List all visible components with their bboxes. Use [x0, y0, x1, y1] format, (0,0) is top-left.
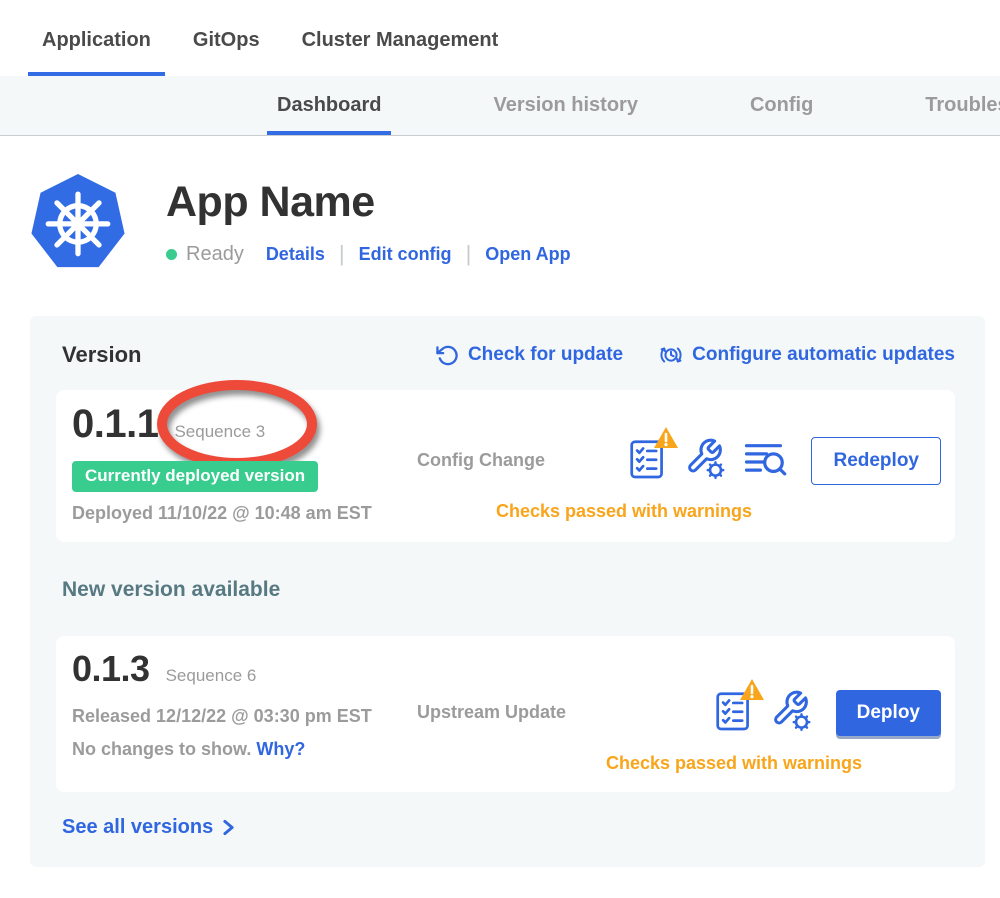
top-nav-item-gitops[interactable]: GitOps	[179, 29, 274, 76]
kubernetes-logo-icon	[30, 172, 126, 272]
open-app-link[interactable]: Open App	[485, 244, 570, 265]
top-nav-item-cluster-management[interactable]: Cluster Management	[288, 29, 513, 76]
tab-dashboard[interactable]: Dashboard	[277, 76, 381, 135]
warning-triangle-icon	[652, 425, 680, 450]
status-label: Ready	[186, 243, 244, 266]
status-dot-icon	[166, 249, 177, 260]
redeploy-button[interactable]: Redeploy	[811, 437, 941, 485]
refresh-icon	[436, 344, 459, 367]
divider: |	[466, 241, 472, 267]
version-card: Version Check for update Configure	[30, 316, 985, 867]
preflight-checks-icon[interactable]	[629, 436, 667, 485]
sub-nav: Dashboard Version history Config Trouble…	[0, 76, 1000, 136]
version-card-title: Version	[62, 342, 141, 368]
top-nav-item-application[interactable]: Application	[28, 29, 165, 76]
tab-version-history[interactable]: Version history	[493, 76, 638, 135]
details-link[interactable]: Details	[266, 244, 325, 265]
chevron-right-icon	[221, 819, 236, 836]
edit-config-icon[interactable]	[770, 688, 812, 737]
app-header: App Name Ready Details | Edit config | O…	[30, 172, 1000, 272]
currently-deployed-badge: Currently deployed version	[72, 461, 318, 492]
available-sequence-label: Sequence 6	[166, 666, 257, 686]
configure-automatic-updates-link[interactable]: Configure automatic updates	[659, 343, 955, 367]
tab-troubleshoot[interactable]: Troubleshoot	[925, 76, 1000, 135]
new-version-heading: New version available	[62, 578, 955, 602]
divider: |	[339, 241, 345, 267]
deploy-button[interactable]: Deploy	[836, 690, 941, 736]
schedule-update-icon	[659, 343, 683, 367]
tab-config[interactable]: Config	[750, 76, 813, 135]
warning-triangle-icon	[738, 677, 766, 702]
edit-config-link[interactable]: Edit config	[359, 244, 452, 265]
current-source-type: Config Change	[417, 450, 545, 471]
top-nav: Application GitOps Cluster Management	[0, 0, 1000, 76]
preflight-checks-icon[interactable]	[715, 688, 753, 737]
see-all-versions-link[interactable]: See all versions	[62, 816, 955, 839]
check-for-update-link[interactable]: Check for update	[436, 344, 623, 367]
view-diff-icon[interactable]	[743, 438, 787, 483]
deployed-timestamp: Deployed 11/10/22 @ 10:48 am EST	[72, 503, 417, 524]
available-checks-status: Checks passed with warnings	[417, 753, 941, 774]
edit-config-icon[interactable]	[684, 436, 726, 485]
current-sequence-label: Sequence 3	[174, 422, 265, 442]
available-version-row: 0.1.3 Sequence 6 Released 12/12/22 @ 03:…	[56, 636, 955, 792]
available-version-number: 0.1.3	[72, 648, 150, 690]
current-checks-status: Checks passed with warnings	[417, 501, 941, 522]
no-changes-text: No changes to show.	[72, 739, 251, 759]
available-source-type: Upstream Update	[417, 702, 566, 723]
page-title: App Name	[166, 178, 571, 227]
current-version-number: 0.1.1	[72, 402, 158, 447]
released-timestamp: Released 12/12/22 @ 03:30 pm EST	[72, 706, 417, 727]
current-version-row: 0.1.1 Sequence 3 Currently deployed vers…	[56, 390, 955, 542]
why-link[interactable]: Why?	[256, 739, 305, 759]
